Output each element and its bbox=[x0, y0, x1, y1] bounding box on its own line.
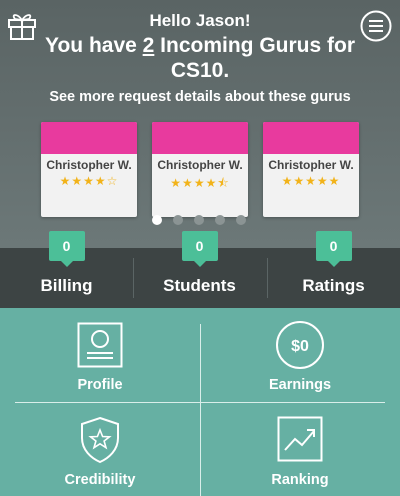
profile-card-icon bbox=[77, 322, 123, 368]
carousel-dot[interactable] bbox=[194, 215, 204, 225]
carousel-dot[interactable] bbox=[215, 215, 225, 225]
request-details-link[interactable]: See more request details about these gur… bbox=[0, 89, 400, 105]
greeting: Hello Jason! bbox=[149, 11, 251, 30]
stat-billing[interactable]: 0 Billing bbox=[0, 231, 133, 308]
shield-star-icon bbox=[81, 416, 119, 464]
tile-credibility[interactable]: Credibility bbox=[0, 402, 200, 496]
carousel-dot[interactable] bbox=[152, 215, 162, 225]
stat-students[interactable]: 0 Students bbox=[133, 231, 266, 308]
guru-card-banner bbox=[41, 122, 137, 154]
tile-profile[interactable]: Profile bbox=[0, 308, 200, 402]
tile-label: Ranking bbox=[271, 472, 329, 488]
guru-name: Christopher W. bbox=[46, 158, 132, 172]
header: Hello Jason! You have 2 Incoming Gurus f… bbox=[0, 0, 400, 248]
stat-ratings[interactable]: 0 Ratings bbox=[267, 231, 400, 308]
ratings-count-badge: 0 bbox=[315, 231, 352, 261]
guru-name: Christopher W. bbox=[157, 158, 243, 172]
guru-card[interactable]: Christopher W. ★★★★☆ bbox=[41, 122, 137, 217]
students-count-badge: 0 bbox=[181, 231, 218, 261]
trend-chart-icon bbox=[277, 416, 323, 462]
dollar-coin-icon: $0 bbox=[276, 321, 324, 369]
tile-label: Credibility bbox=[64, 472, 136, 488]
carousel-pagination bbox=[152, 215, 246, 225]
guru-card-banner bbox=[263, 122, 359, 154]
guru-card-banner bbox=[152, 122, 248, 154]
carousel-dot[interactable] bbox=[236, 215, 246, 225]
earnings-value: $0 bbox=[291, 338, 309, 355]
guru-rating-stars: ★★★★⯪ bbox=[170, 176, 230, 190]
billing-count-badge: 0 bbox=[48, 231, 85, 261]
guru-card[interactable]: Christopher W. ★★★★★ bbox=[263, 122, 359, 217]
headline: You have 2 Incoming Gurus for CS10. bbox=[45, 34, 355, 82]
guru-rating-stars: ★★★★☆ bbox=[59, 174, 119, 188]
tile-label: Profile bbox=[77, 377, 123, 393]
tile-label: Earnings bbox=[268, 377, 332, 393]
incoming-count[interactable]: 2 bbox=[143, 34, 155, 57]
guru-rating-stars: ★★★★★ bbox=[281, 174, 341, 188]
stat-label: Ratings bbox=[302, 276, 365, 295]
tile-ranking[interactable]: Ranking bbox=[200, 402, 400, 496]
dashboard-grid: Profile $0 Earnings Credibility Ranking bbox=[0, 308, 400, 496]
carousel-dot[interactable] bbox=[173, 215, 183, 225]
tile-earnings[interactable]: $0 Earnings bbox=[200, 308, 400, 402]
stat-label: Students bbox=[163, 276, 236, 295]
guru-card[interactable]: Christopher W. ★★★★⯪ bbox=[152, 122, 248, 217]
stats-bar: 0 Billing 0 Students 0 Ratings bbox=[0, 231, 400, 308]
stat-label: Billing bbox=[40, 276, 93, 295]
guru-name: Christopher W. bbox=[268, 158, 354, 172]
